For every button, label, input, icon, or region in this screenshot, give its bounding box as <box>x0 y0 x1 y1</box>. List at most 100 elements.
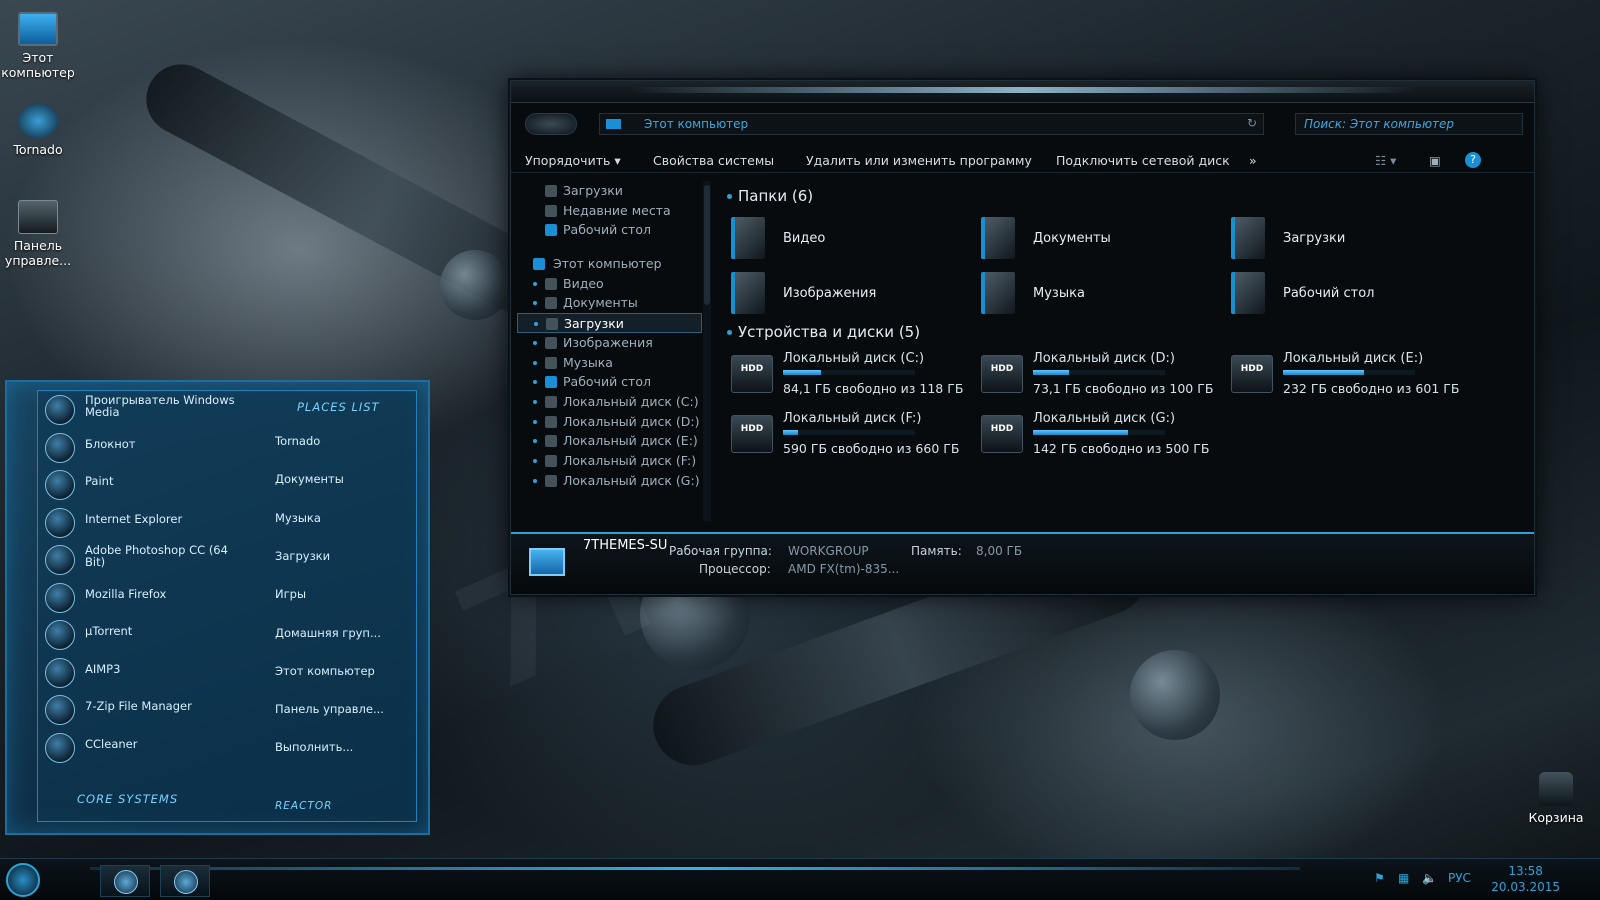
view-options-icon[interactable]: ☷ ▾ <box>1375 153 1396 168</box>
start-program-item[interactable]: Adobe Photoshop CC (64 Bit) <box>45 542 235 578</box>
start-place-item[interactable]: Выполнить... <box>275 740 353 754</box>
media-player-icon <box>114 870 138 894</box>
program-label: Internet Explorer <box>85 511 183 526</box>
nav-item[interactable]: Изображения <box>517 333 702 353</box>
network-icon[interactable]: ▦ <box>1398 871 1409 885</box>
nav-item[interactable]: Этот компьютер <box>517 254 702 274</box>
back-forward-button[interactable] <box>525 113 577 135</box>
drive-item[interactable]: HDD Локальный диск (G:) 142 ГБ свободно из… <box>981 411 1221 466</box>
nav-item[interactable]: Загрузки <box>517 313 702 333</box>
start-place-item[interactable]: Этот компьютер <box>275 664 375 678</box>
desktop-icon-recycle-bin[interactable]: Корзина <box>1518 772 1594 825</box>
scrollbar-thumb[interactable] <box>704 185 710 305</box>
start-place-item[interactable]: Загрузки <box>275 549 330 563</box>
start-program-item[interactable]: 7-Zip File Manager <box>45 692 235 728</box>
start-program-item[interactable]: µTorrent <box>45 617 235 653</box>
nav-item-label: Локальный диск (F:) <box>563 452 697 468</box>
folder-item[interactable]: Рабочий стол <box>1231 272 1451 316</box>
nav-bullet-icon <box>533 301 537 306</box>
nav-item[interactable]: Недавние места <box>517 201 702 221</box>
start-program-item[interactable]: Paint <box>45 467 235 503</box>
nav-item[interactable]: Видео <box>517 274 702 294</box>
program-icon <box>45 545 75 575</box>
folder-icon <box>1231 272 1265 314</box>
start-program-item[interactable]: Блокнот <box>45 430 235 466</box>
folder-label: Рабочий стол <box>1283 286 1375 301</box>
folder-item[interactable]: Загрузки <box>1231 217 1451 261</box>
folder-label: Документы <box>1033 231 1111 246</box>
drive-usage-fill <box>783 430 798 435</box>
organize-button[interactable]: Упорядочить ▾ <box>525 153 621 168</box>
nav-bullet-icon <box>534 322 538 327</box>
drive-item[interactable]: HDD Локальный диск (E:) 232 ГБ свободно из… <box>1231 351 1471 406</box>
folder-label: Видео <box>783 231 826 246</box>
language-indicator[interactable]: РУС <box>1448 871 1471 885</box>
core-systems-label[interactable]: CORE SYSTEMS <box>77 792 178 806</box>
uninstall-program-button[interactable]: Удалить или изменить программу <box>806 153 1032 168</box>
more-commands-button[interactable]: » <box>1249 153 1257 168</box>
volume-icon[interactable]: 🔈 <box>1422 871 1437 885</box>
nav-bullet-icon <box>533 458 537 463</box>
nav-item[interactable]: Локальный диск (C:) <box>517 392 702 412</box>
preview-pane-icon[interactable]: ▣ <box>1429 153 1441 168</box>
taskbar-button-media[interactable] <box>100 865 150 897</box>
start-program-item[interactable]: Проигрыватель Windows Media <box>45 392 235 428</box>
clock[interactable]: 13:58 20.03.2015 <box>1491 863 1560 895</box>
nav-item[interactable]: Рабочий стол <box>517 372 702 392</box>
nav-item[interactable]: Музыка <box>517 353 702 373</box>
map-network-drive-button[interactable]: Подключить сетевой диск <box>1056 153 1230 168</box>
start-program-item[interactable]: Internet Explorer <box>45 505 235 541</box>
folder-item[interactable]: Изображения <box>731 272 951 316</box>
start-program-item[interactable]: AIMP3 <box>45 655 235 691</box>
drive-item[interactable]: HDD Локальный диск (D:) 73,1 ГБ свободно и… <box>981 351 1221 406</box>
start-place-item[interactable]: Панель управле... <box>275 702 384 716</box>
help-icon[interactable]: ? <box>1465 152 1481 168</box>
desktop-icon-tornado[interactable]: Tornado <box>0 104 76 157</box>
start-place-item[interactable]: Игры <box>275 587 306 601</box>
nav-item[interactable]: Локальный диск (E:) <box>517 431 702 451</box>
flag-icon[interactable]: ⚑ <box>1374 871 1385 885</box>
nav-scrollbar[interactable] <box>703 181 711 521</box>
desktop-icon-control-panel[interactable]: Панель управле... <box>0 200 76 268</box>
nav-item[interactable]: Документы <box>517 293 702 313</box>
program-icon <box>45 395 75 425</box>
start-place-item[interactable]: Документы <box>275 472 344 486</box>
drive-name: Локальный диск (G:) <box>1033 411 1176 426</box>
title-bar[interactable] <box>511 81 1534 103</box>
folders-header[interactable]: Папки (6) <box>727 187 813 205</box>
start-menu: Проигрыватель Windows Media Блокнот Paint I… <box>5 380 430 835</box>
program-icon <box>45 507 75 538</box>
drive-icon <box>545 454 557 467</box>
memory-label: Память: <box>911 544 962 558</box>
start-place-item[interactable]: Домашняя груп... <box>275 626 381 640</box>
folder-label: Загрузки <box>1283 231 1346 246</box>
nav-item[interactable]: Загрузки <box>517 181 702 201</box>
reactor-label[interactable]: REACTOR <box>275 800 332 812</box>
refresh-icon[interactable]: ↻ <box>1247 116 1257 130</box>
taskbar-button-ie[interactable] <box>160 865 210 897</box>
folder-icon <box>545 224 557 237</box>
system-properties-button[interactable]: Свойства системы <box>653 153 774 168</box>
start-program-item[interactable]: Mozilla Firefox <box>45 580 235 616</box>
desktop-icon-computer[interactable]: Этот компьютер <box>0 12 76 80</box>
nav-item[interactable]: Рабочий стол <box>517 220 702 240</box>
nav-item[interactable]: Локальный диск (D:) <box>517 412 702 432</box>
drive-item[interactable]: HDD Локальный диск (C:) 84,1 ГБ свободно и… <box>731 351 971 406</box>
drives-header[interactable]: Устройства и диски (5) <box>727 323 920 341</box>
drive-item[interactable]: HDD Локальный диск (F:) 590 ГБ свободно из… <box>731 411 971 466</box>
start-place-item[interactable]: Музыка <box>275 511 321 525</box>
search-input[interactable]: Поиск: Этот компьютер <box>1295 113 1523 135</box>
start-button[interactable] <box>6 863 40 897</box>
nav-item[interactable]: Локальный диск (G:) <box>517 471 702 491</box>
folder-item[interactable]: Музыка <box>981 272 1201 316</box>
folder-item[interactable]: Документы <box>981 217 1201 261</box>
address-bar[interactable]: Этот компьютер ↻ <box>599 113 1264 135</box>
start-program-item[interactable]: CCleaner <box>45 730 235 766</box>
drive-usage-fill <box>1283 370 1364 375</box>
computer-icon <box>533 258 545 271</box>
address-row: Этот компьютер ↻ Поиск: Этот компьютер <box>511 111 1534 137</box>
program-label: AIMP3 <box>85 661 121 676</box>
folder-item[interactable]: Видео <box>731 217 951 261</box>
nav-item[interactable]: Локальный диск (F:) <box>517 451 702 471</box>
start-place-item[interactable]: Tornado <box>275 434 320 448</box>
